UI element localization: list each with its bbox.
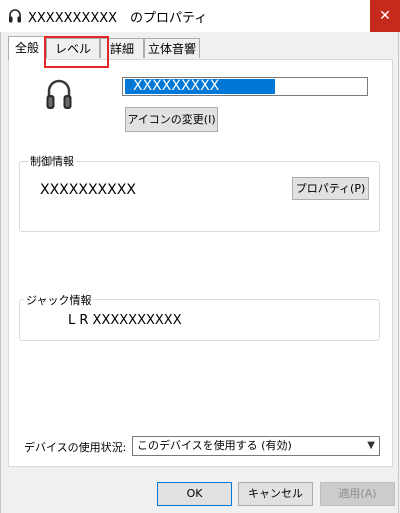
window-title: XXXXXXXXXX のプロパティ [28, 11, 208, 26]
headphones-icon [9, 9, 21, 23]
jack-info-value: L R XXXXXXXXXX [68, 313, 182, 328]
cancel-button[interactable]: キャンセル [238, 482, 313, 506]
tab-advanced[interactable]: 詳細 [100, 38, 144, 58]
tab-general[interactable]: 全般 [8, 36, 46, 60]
title-bar: XXXXXXXXXX のプロパティ ✕ [0, 0, 400, 32]
device-name-selection: XXXXXXXXX [125, 79, 275, 94]
close-button[interactable]: ✕ [370, 0, 400, 32]
tab-levels[interactable]: レベル [46, 38, 100, 58]
controller-info-label: 制御情報 [28, 153, 76, 169]
ok-button[interactable]: OK [157, 482, 232, 506]
chevron-down-icon: ▼ [367, 440, 375, 451]
device-usage-label: デバイスの使用状況: [24, 441, 127, 454]
controller-name: XXXXXXXXXX [40, 182, 136, 198]
device-name-field[interactable]: XXXXXXXXX [122, 77, 368, 96]
change-icon-button[interactable]: アイコンの変更(I) [125, 107, 218, 132]
apply-button[interactable]: 適用(A) [320, 482, 395, 506]
properties-button[interactable]: プロパティ(P) [292, 177, 369, 200]
headphones-device-icon [46, 79, 72, 109]
device-usage-select[interactable]: このデバイスを使用する (有効) ▼ [132, 436, 380, 456]
device-usage-value: このデバイスを使用する (有効) [137, 439, 292, 452]
tab-spatial-sound[interactable]: 立体音響 [144, 38, 200, 58]
jack-info-label: ジャック情報 [24, 292, 94, 308]
